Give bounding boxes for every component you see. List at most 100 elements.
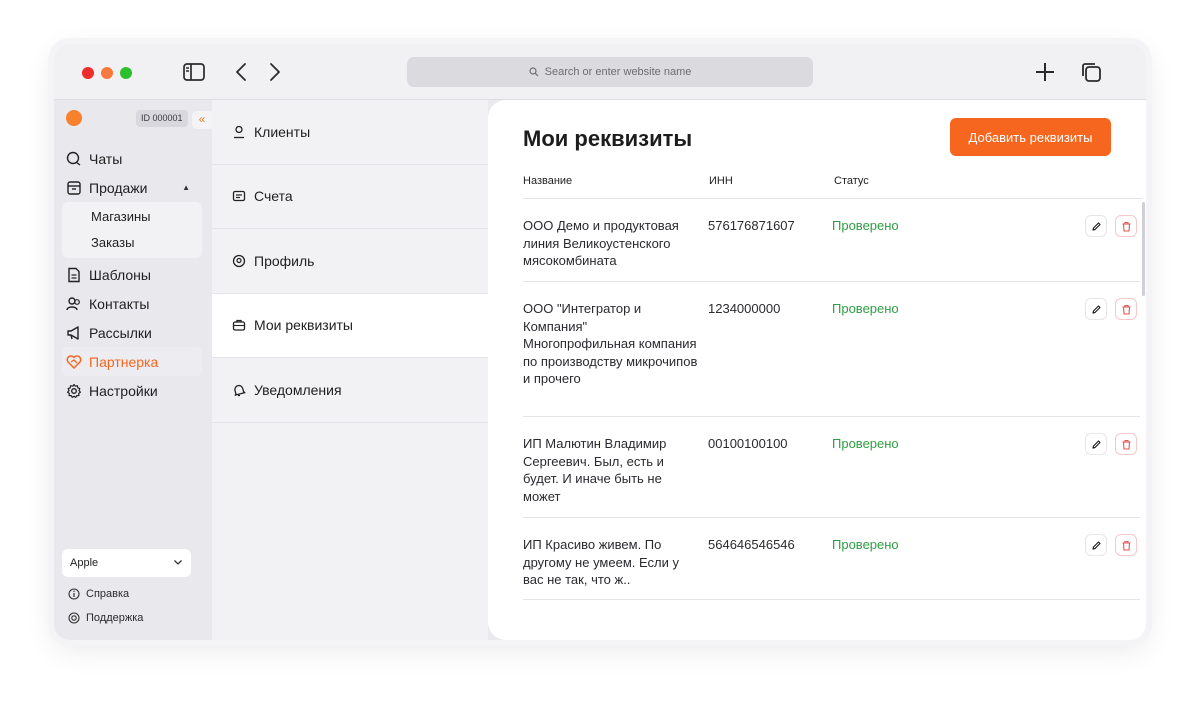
sidebar-item-label: Настройки — [89, 382, 158, 399]
minimize-window-button[interactable] — [101, 67, 113, 79]
table-row: ООО "Интегратор и Компания" Многопрофиль… — [523, 282, 1140, 417]
menu-item-label: Клиенты — [254, 123, 311, 140]
menu-item-label: Профиль — [254, 252, 315, 269]
sidebar-subitem-stores[interactable]: Магазины — [62, 204, 202, 230]
delete-button[interactable] — [1115, 534, 1137, 556]
sidebar-item-settings[interactable]: Настройки — [62, 376, 202, 405]
page-title: Мои реквизиты — [523, 126, 693, 151]
support-label: Поддержка — [86, 612, 144, 624]
contacts-icon — [66, 296, 82, 312]
row-status: Проверено — [832, 537, 899, 552]
delete-button[interactable] — [1115, 215, 1137, 237]
sidebar-toggle-icon[interactable] — [182, 60, 206, 84]
gear-icon — [66, 383, 82, 399]
sidebar-item-label: Чаты — [89, 150, 123, 167]
back-icon[interactable] — [229, 60, 253, 84]
new-tab-icon[interactable] — [1033, 60, 1057, 84]
help-link[interactable]: Справка — [68, 588, 129, 600]
sidebar-item-contacts[interactable]: Контакты — [62, 289, 202, 318]
maximize-window-button[interactable] — [120, 67, 132, 79]
close-window-button[interactable] — [82, 67, 94, 79]
sidebar-item-templates[interactable]: Шаблоны — [62, 260, 202, 289]
sidebar-item-label: Партнерка — [89, 353, 159, 370]
sidebar-item-label: Контакты — [89, 295, 150, 312]
add-requisites-button[interactable]: Добавить реквизиты — [950, 118, 1111, 156]
sales-submenu: Магазины Заказы — [62, 202, 202, 258]
lifebuoy-icon — [68, 612, 80, 624]
delete-button[interactable] — [1115, 433, 1137, 455]
sidebar-item-label: Продажи — [89, 179, 148, 196]
edit-button[interactable] — [1085, 534, 1107, 556]
trash-icon — [1122, 439, 1130, 450]
sidebar-item-label: Рассылки — [89, 324, 152, 341]
row-inn: 00100100100 — [708, 436, 788, 451]
menu-item-label: Мои реквизиты — [254, 317, 353, 334]
table-row: ООО Демо и продуктовая линия Великоустен… — [523, 199, 1140, 282]
sidebar-item-partners[interactable]: Партнерка — [62, 347, 202, 376]
edit-button[interactable] — [1085, 215, 1107, 237]
chat-icon — [66, 151, 82, 167]
partner-settings-menu: Клиенты Счета Профиль Мои реквизиты Увед… — [212, 100, 488, 640]
requisites-table-body: ООО Демо и продуктовая линия Великоустен… — [523, 199, 1140, 600]
table-header: Название ИНН Статус — [523, 175, 1143, 199]
pencil-icon — [1091, 304, 1101, 314]
trash-icon — [1122, 304, 1130, 315]
row-name: ИП Малютин Владимир Сергеевич. Был, есть… — [523, 436, 667, 504]
briefcase-icon — [232, 318, 246, 332]
row-name: ИП Красиво живем. По другому не умеем. Е… — [523, 537, 679, 587]
info-icon — [68, 588, 80, 600]
support-link[interactable]: Поддержка — [68, 612, 143, 624]
row-inn: 1234000000 — [708, 301, 781, 316]
table-scrollbar[interactable] — [1142, 202, 1145, 296]
column-header-inn[interactable]: ИНН — [709, 175, 733, 187]
menu-item-notifications[interactable]: Уведомления — [212, 358, 488, 423]
sidebar-nav: Чаты Продажи ▲ Магазины Заказы Шаблоны К… — [62, 144, 202, 405]
edit-button[interactable] — [1085, 433, 1107, 455]
chevron-down-icon — [173, 557, 183, 570]
menu-item-clients[interactable]: Клиенты — [212, 100, 488, 165]
collapse-sidebar-button[interactable]: « — [192, 111, 212, 129]
menu-item-my-requisites[interactable]: Мои реквизиты — [212, 293, 488, 358]
store-icon — [66, 180, 82, 196]
browser-toolbar: Search or enter website name — [54, 44, 1146, 100]
delete-button[interactable] — [1115, 298, 1137, 320]
menu-item-label: Уведомления — [254, 381, 342, 398]
workspace-select-value: Apple — [70, 557, 99, 569]
megaphone-icon — [66, 325, 82, 341]
row-inn: 564646546546 — [708, 537, 795, 552]
tabs-overview-icon[interactable] — [1079, 60, 1103, 84]
window-controls — [82, 67, 132, 79]
column-header-status[interactable]: Статус — [834, 175, 869, 187]
sidebar-subitem-orders[interactable]: Заказы — [62, 230, 202, 256]
row-name: ООО "Интегратор и Компания" Многопрофиль… — [523, 301, 698, 386]
address-bar[interactable]: Search or enter website name — [407, 57, 813, 87]
table-row: ИП Малютин Владимир Сергеевич. Был, есть… — [523, 417, 1140, 518]
pencil-icon — [1091, 221, 1101, 231]
invoice-icon — [232, 189, 246, 203]
trash-icon — [1122, 221, 1130, 232]
forward-icon[interactable] — [263, 60, 287, 84]
menu-item-label: Счета — [254, 188, 293, 205]
requisites-panel: Мои реквизиты Добавить реквизиты Названи… — [488, 100, 1146, 640]
user-icon — [232, 125, 246, 139]
row-status: Проверено — [832, 218, 899, 233]
sidebar-item-sales[interactable]: Продажи ▲ — [62, 173, 202, 202]
heart-handshake-icon — [66, 354, 82, 370]
pencil-icon — [1091, 540, 1101, 550]
menu-item-profile[interactable]: Профиль — [212, 229, 488, 294]
edit-button[interactable] — [1085, 298, 1107, 320]
document-icon — [66, 267, 82, 283]
menu-item-invoices[interactable]: Счета — [212, 165, 488, 229]
sidebar-item-chats[interactable]: Чаты — [62, 144, 202, 173]
row-status: Проверено — [832, 301, 899, 316]
column-header-name[interactable]: Название — [523, 175, 572, 187]
row-name: ООО Демо и продуктовая линия Великоустен… — [523, 218, 679, 268]
app-logo[interactable] — [66, 110, 82, 126]
profile-icon — [232, 254, 246, 268]
workspace-select[interactable]: Apple — [62, 549, 191, 577]
pencil-icon — [1091, 439, 1101, 449]
help-label: Справка — [86, 588, 130, 600]
sidebar-item-mailings[interactable]: Рассылки — [62, 318, 202, 347]
caret-up-icon: ▲ — [182, 183, 190, 192]
browser-window: Search or enter website name ID 000001 «… — [54, 44, 1146, 640]
